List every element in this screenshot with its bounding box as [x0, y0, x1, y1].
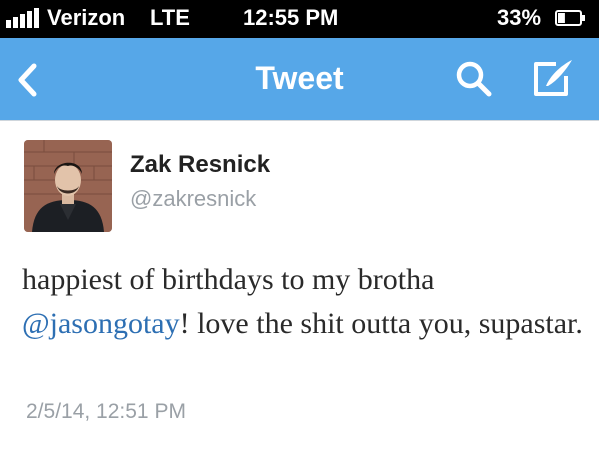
tweet-timestamp: 2/5/14, 12:51 PM — [26, 400, 186, 423]
tweet-text-end: ! love the shit outta you, supastar. — [179, 307, 583, 340]
carrier-label: Verizon — [47, 5, 126, 30]
tweet-text: happiest of birthdays to my brotha @jaso… — [22, 258, 587, 346]
search-icon[interactable] — [455, 60, 493, 98]
avatar[interactable] — [24, 140, 112, 232]
author-handle[interactable]: @zakresnick — [130, 184, 256, 214]
compose-icon[interactable] — [530, 58, 574, 100]
nav-divider — [0, 120, 599, 121]
battery-percent: 33% — [497, 5, 542, 30]
clock: 12:55 PM — [243, 5, 339, 30]
battery-icon — [555, 10, 585, 26]
mention-link[interactable]: @jasongotay — [22, 307, 180, 340]
signal-bars-icon — [6, 8, 39, 28]
tweet-text-start: happiest of birthdays to my brotha — [22, 263, 435, 296]
status-bar: Verizon LTE 12:55 PM 33% — [0, 0, 599, 38]
author-name[interactable]: Zak Resnick — [130, 150, 270, 180]
navigation-bar: Tweet — [0, 38, 599, 120]
page-title: Tweet — [255, 60, 344, 96]
network-label: LTE — [150, 5, 190, 30]
